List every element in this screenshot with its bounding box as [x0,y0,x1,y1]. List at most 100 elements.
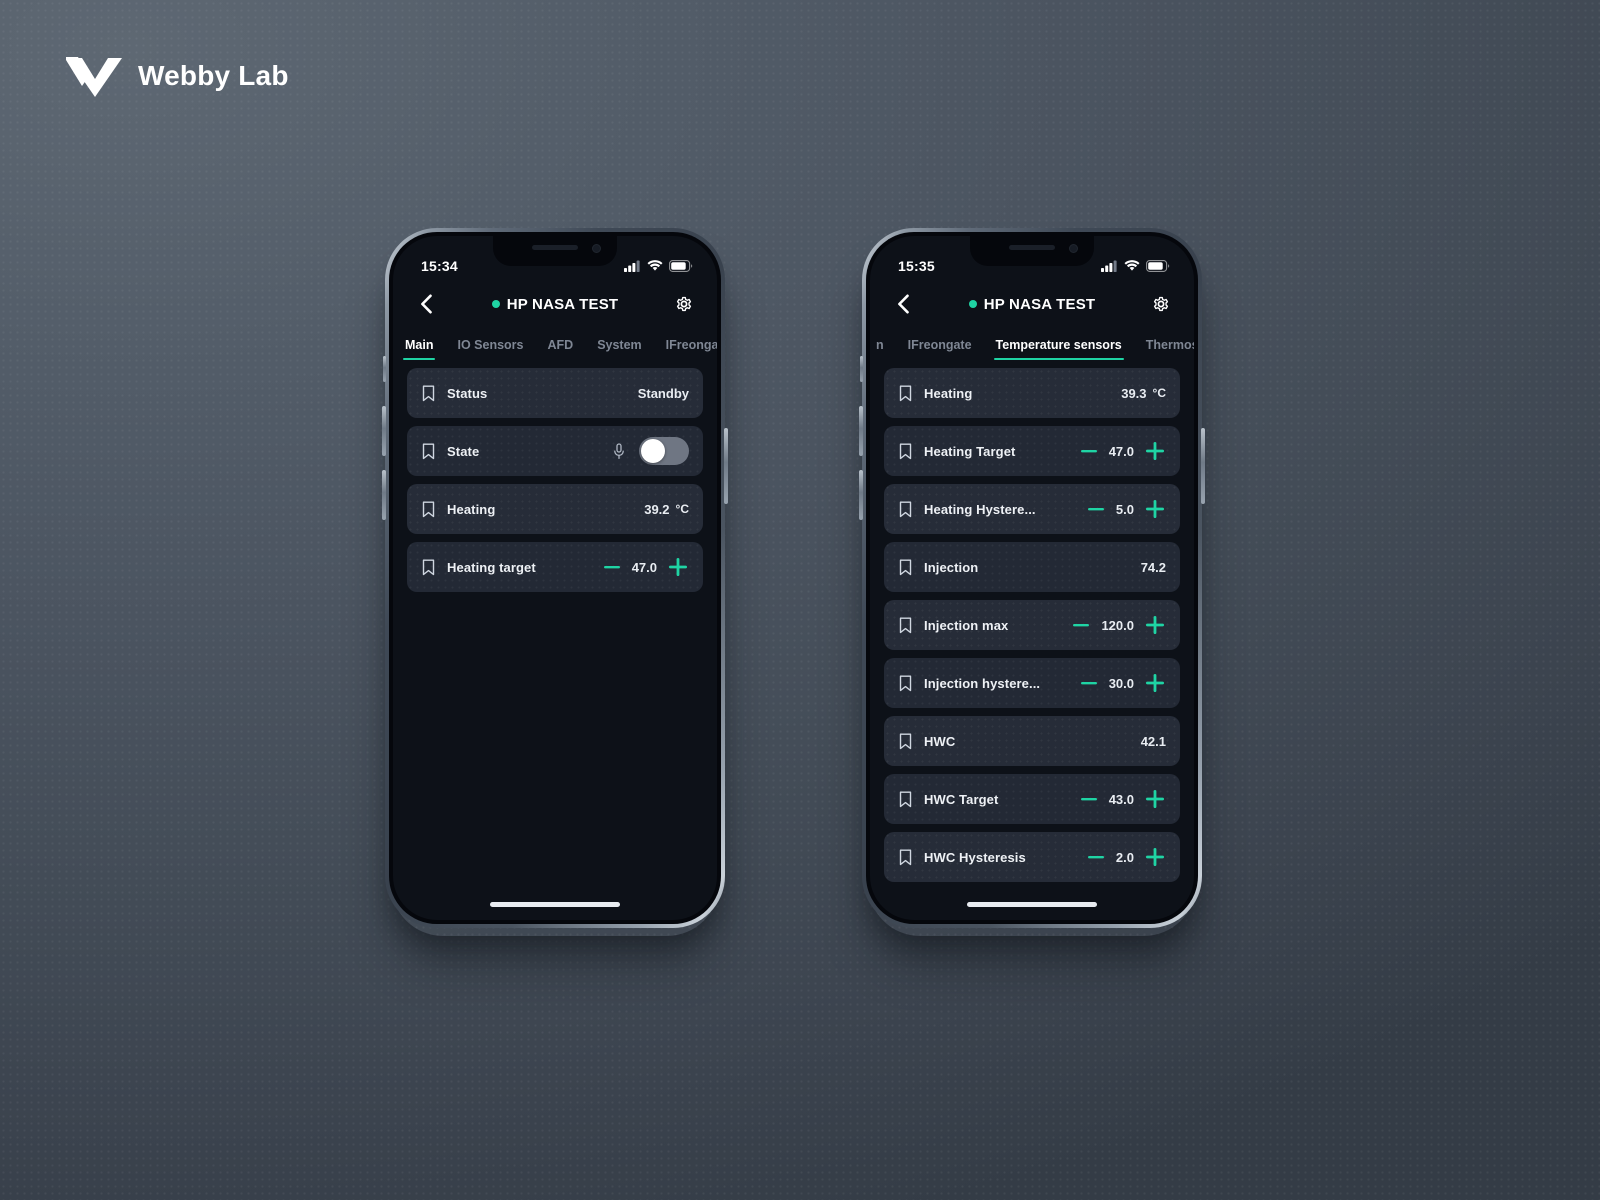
decrement-button[interactable] [1079,441,1099,461]
volume-up-button[interactable] [382,406,386,456]
increment-button[interactable] [1144,788,1166,810]
gear-icon [1153,296,1169,312]
settings-button[interactable] [1148,291,1174,317]
increment-button[interactable] [1144,614,1166,636]
phone-screen-main: 15:34 HP NASA TEST Main IO Sensors AFD S… [393,236,717,920]
tab-temperature-sensors[interactable]: Temperature sensors [993,338,1124,360]
wifi-icon [1124,260,1140,271]
list-row-status[interactable]: Status Standby [407,368,703,418]
decrement-button[interactable] [602,557,622,577]
silent-switch[interactable] [860,356,863,382]
minus-icon [1073,624,1090,627]
list-row-value: 47.0 [1108,443,1134,459]
increment-button[interactable] [1144,498,1166,520]
minus-icon [1087,856,1104,859]
tab-partial-left[interactable]: n [874,338,886,360]
minus-icon [1080,682,1097,685]
list-row-label: HWC Hysteresis [924,849,1026,865]
silent-switch[interactable] [383,356,386,382]
list-row-heating[interactable]: Heating 39.3 °C [884,368,1180,418]
list-row-control: 120.0 [1071,614,1166,636]
tab-thermostats[interactable]: Thermostats [1144,338,1194,360]
home-indicator[interactable] [490,902,620,907]
list-row-label: Heating Target [924,443,1016,459]
increment-button[interactable] [667,556,689,578]
online-status-dot [491,300,500,308]
tab-bar-temperature[interactable]: n IFreongate Temperature sensors Thermos… [870,326,1194,360]
state-toggle-switch[interactable] [639,437,689,465]
list-row-value: 39.3 [1121,385,1147,401]
list-row-value: 47.0 [631,559,657,575]
tab-io-sensors[interactable]: IO Sensors [455,338,525,360]
decrement-button[interactable] [1079,789,1099,809]
tab-main[interactable]: Main [403,338,436,360]
plus-icon [1146,790,1164,808]
list-row-heating-target[interactable]: Heating target 47.0 [407,542,703,592]
power-button[interactable] [1201,428,1205,504]
decrement-button[interactable] [1086,847,1106,867]
list-row-value: 120.0 [1101,617,1134,633]
decrement-button[interactable] [1071,615,1091,635]
gear-icon [676,296,692,312]
back-button[interactable] [413,291,439,317]
list-row-injection[interactable]: Injection 74.2 [884,542,1180,592]
tab-system[interactable]: System [595,338,643,360]
list-row-control: 5.0 [1086,498,1166,520]
status-time: 15:34 [421,258,458,274]
settings-button[interactable] [671,291,697,317]
list-row-injection-max[interactable]: Injection max 120.0 [884,600,1180,650]
volume-up-button[interactable] [859,406,863,456]
page-background: Webby Lab 15:34 HP NASA TEST Main IO Sen… [0,0,1600,1200]
list-row-label: State [447,443,480,459]
list-row-hwc-hysteresis[interactable]: HWC Hysteresis 2.0 [884,832,1180,882]
list-row-value: 39.2 [644,501,670,517]
bookmark-icon [896,732,914,750]
phone-mockup-temperature-sensors: 15:35 HP NASA TEST n IFreongate Temperat… [859,228,1205,928]
tab-ifreongate[interactable]: IFreongate [906,338,974,360]
list-row-value: 43.0 [1108,791,1134,807]
minus-icon [1087,508,1104,511]
settings-list-temperature: Heating 39.3 °C Heating Target 47.0 Heat… [870,360,1194,882]
list-row-control: 47.0 [1079,440,1166,462]
tab-afd[interactable]: AFD [545,338,575,360]
list-row-control [611,437,689,465]
phone-mockup-main: 15:34 HP NASA TEST Main IO Sensors AFD S… [382,228,728,928]
bookmark-icon [419,384,437,402]
wifi-icon [647,260,663,271]
list-row-injection-hysteresis[interactable]: Injection hystere... 30.0 [884,658,1180,708]
tab-bar-main[interactable]: Main IO Sensors AFD System IFreongate Te [393,326,717,360]
minus-icon [603,566,620,569]
list-row-value: 42.1 [1140,733,1166,749]
list-row-hwc[interactable]: HWC 42.1 [884,716,1180,766]
increment-button[interactable] [1144,846,1166,868]
page-title: HP NASA TEST [439,296,671,313]
microphone-icon[interactable] [611,441,627,461]
power-button[interactable] [724,428,728,504]
app-header: HP NASA TEST [870,282,1194,326]
tab-ifreongate[interactable]: IFreongate [664,338,717,360]
battery-icon [669,260,693,272]
list-row-control: 47.0 [602,556,689,578]
list-row-heating-target[interactable]: Heating Target 47.0 [884,426,1180,476]
list-row-hwc-target[interactable]: HWC Target 43.0 [884,774,1180,824]
home-indicator[interactable] [967,902,1097,907]
list-row-value: 74.2 [1140,559,1166,575]
chevron-left-icon [897,294,909,314]
list-row-heating-hysteresis[interactable]: Heating Hystere... 5.0 [884,484,1180,534]
decrement-button[interactable] [1086,499,1106,519]
volume-down-button[interactable] [382,470,386,520]
minus-icon [1080,450,1097,453]
bookmark-icon [419,442,437,460]
decrement-button[interactable] [1079,673,1099,693]
status-bar: 15:35 [870,236,1194,282]
back-button[interactable] [890,291,916,317]
increment-button[interactable] [1144,672,1166,694]
status-time: 15:35 [898,258,935,274]
increment-button[interactable] [1144,440,1166,462]
list-row-label: HWC [924,733,956,749]
page-title: HP NASA TEST [916,296,1148,313]
volume-down-button[interactable] [859,470,863,520]
list-row-heating[interactable]: Heating 39.2 °C [407,484,703,534]
list-row-state[interactable]: State [407,426,703,476]
minus-icon [1080,798,1097,801]
